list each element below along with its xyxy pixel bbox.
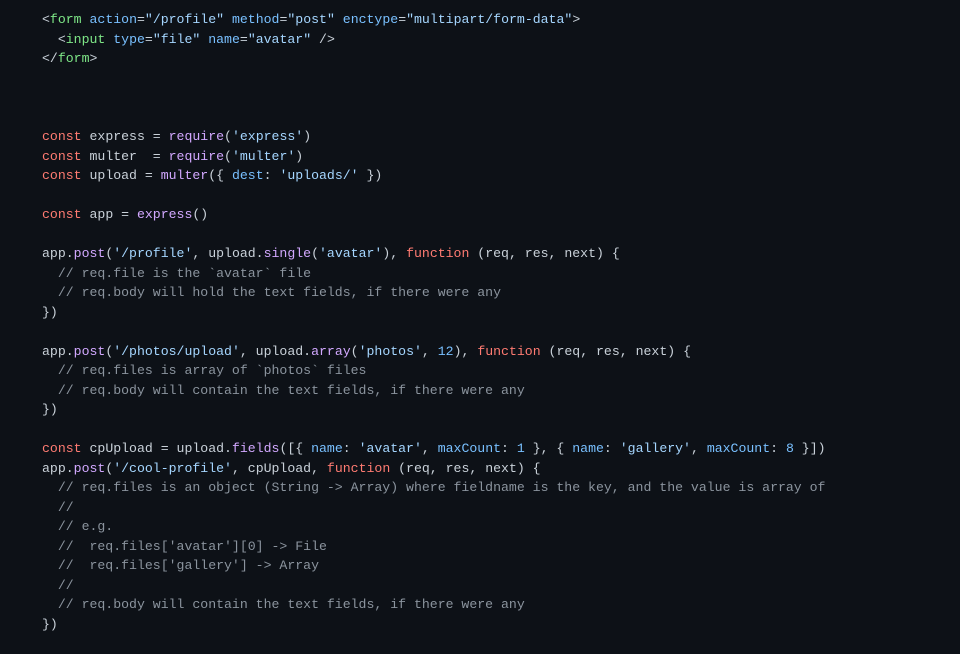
code-line: // req.files['avatar'][0] -> File — [42, 537, 960, 557]
code-line: ​ — [42, 420, 960, 440]
code-line: app.post('/profile', upload.single('avat… — [42, 244, 960, 264]
code-line: ​ — [42, 186, 960, 206]
code-line: ​ — [42, 88, 960, 108]
code-line: const express = require('express') — [42, 127, 960, 147]
code-line: const upload = multer({ dest: 'uploads/'… — [42, 166, 960, 186]
code-line: const cpUpload = upload.fields([{ name: … — [42, 439, 960, 459]
code-line: // req.body will contain the text fields… — [42, 381, 960, 401]
code-line: app.post('/photos/upload', upload.array(… — [42, 342, 960, 362]
code-line: <input type="file" name="avatar" /> — [42, 30, 960, 50]
code-line: // — [42, 498, 960, 518]
code-line: </form> — [42, 49, 960, 69]
code-line: // — [42, 576, 960, 596]
code-line: // req.files is array of `photos` files — [42, 361, 960, 381]
code-line: // req.files is an object (String -> Arr… — [42, 478, 960, 498]
code-block: <form action="/profile" method="post" en… — [0, 0, 960, 654]
code-line: ​ — [42, 225, 960, 245]
code-line: ​ — [42, 322, 960, 342]
code-line: const app = express() — [42, 205, 960, 225]
code-line: // e.g. — [42, 517, 960, 537]
code-line: ​ — [42, 69, 960, 89]
code-line: app.post('/cool-profile', cpUpload, func… — [42, 459, 960, 479]
code-line: ​ — [42, 108, 960, 128]
code-line: }) — [42, 400, 960, 420]
code-line: // req.body will hold the text fields, i… — [42, 283, 960, 303]
code-line: }) — [42, 303, 960, 323]
code-line: // req.body will contain the text fields… — [42, 595, 960, 615]
code-line: <form action="/profile" method="post" en… — [42, 10, 960, 30]
code-line: }) — [42, 615, 960, 635]
code-line: const multer = require('multer') — [42, 147, 960, 167]
code-line: // req.files['gallery'] -> Array — [42, 556, 960, 576]
code-line: // req.file is the `avatar` file — [42, 264, 960, 284]
